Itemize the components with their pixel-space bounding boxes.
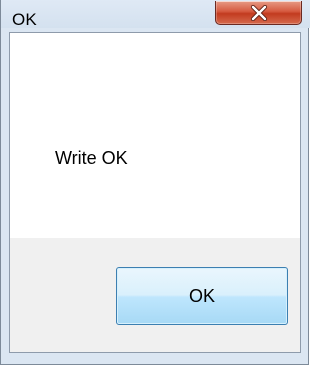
close-button[interactable] [215,1,302,25]
close-icon [250,5,268,21]
dialog-client-area: Write OK OK [9,32,301,353]
button-bar: OK [10,238,300,352]
message-text: Write OK [55,148,128,168]
dialog-window: OK Write OK OK [0,0,310,365]
window-title: OK [12,10,37,29]
ok-button[interactable]: OK [116,267,288,325]
title-bar[interactable]: OK [1,0,310,29]
message-area: Write OK [10,33,300,238]
